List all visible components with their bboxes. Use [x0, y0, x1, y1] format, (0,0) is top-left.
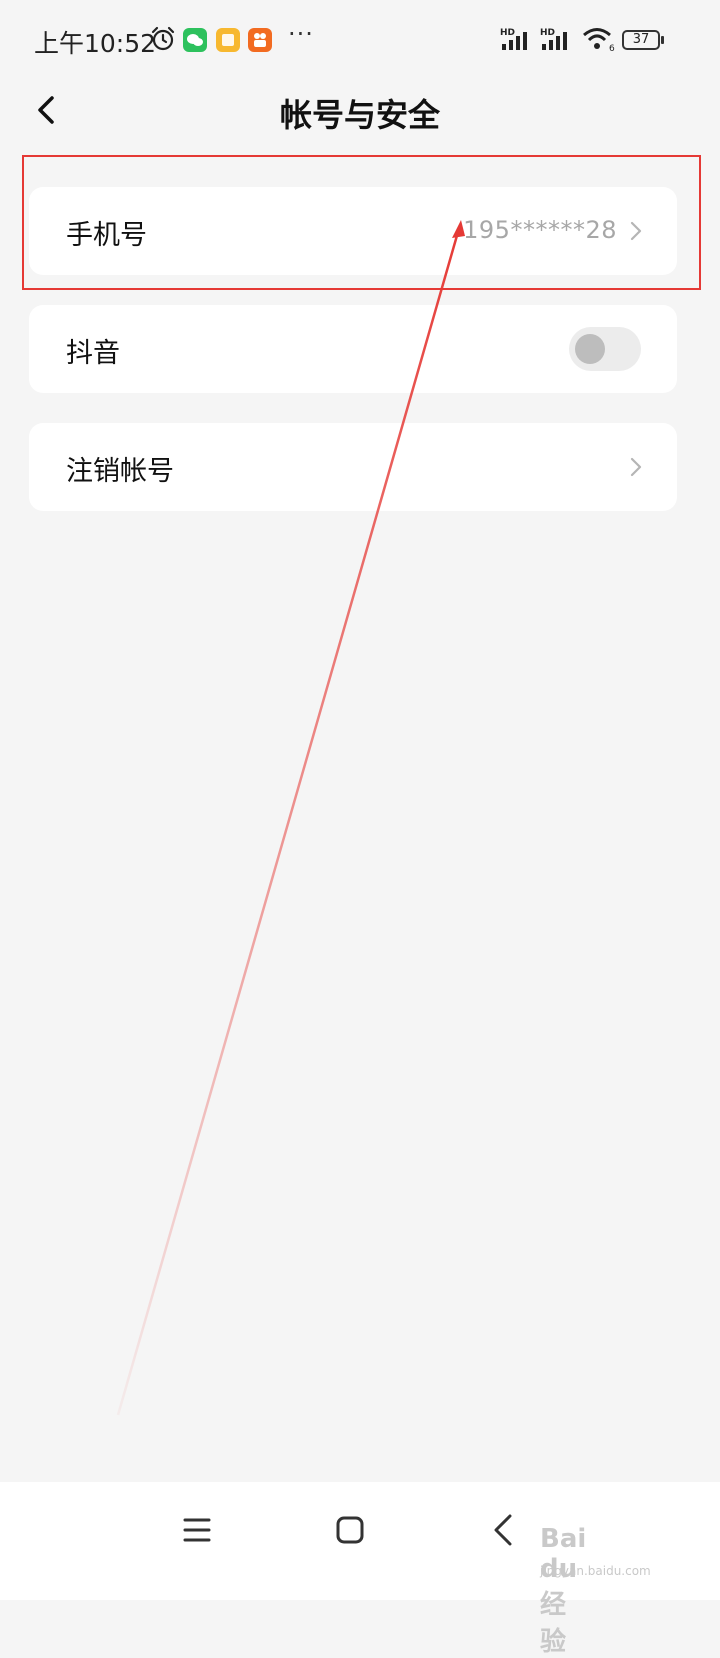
wechat-icon [183, 28, 207, 52]
douyin-label: 抖音 [66, 338, 120, 369]
menu-icon [183, 1518, 211, 1542]
watermark-brand: Bai du 经验 [540, 1524, 587, 1657]
signal-2-icon: HD [540, 26, 576, 56]
notes-app-icon [216, 28, 240, 52]
video-app-icon [248, 28, 272, 52]
alarm-clock-icon [150, 26, 176, 56]
system-back-button[interactable] [480, 1506, 528, 1554]
signal-1-icon: HD [500, 26, 536, 56]
phone-number-label: 手机号 [66, 220, 147, 251]
page-title: 帐号与安全 [279, 96, 440, 134]
status-time: 上午10:52 [34, 29, 157, 58]
status-bar: 上午10:52 ··· HD HD 6 37 [0, 0, 720, 80]
svg-text:HD: HD [500, 28, 515, 38]
toggle-knob [575, 334, 605, 364]
recent-apps-button[interactable] [173, 1506, 221, 1554]
system-nav-bar: Bai du 经验 jingyan.baidu.com [0, 1482, 720, 1657]
cancel-account-label: 注销帐号 [66, 456, 174, 487]
douyin-row: 抖音 [29, 305, 677, 393]
phone-number-row[interactable]: 手机号 195******28 [29, 187, 677, 275]
douyin-toggle[interactable] [569, 327, 641, 371]
battery-indicator: 37 [622, 30, 660, 50]
wifi-icon: 6 [582, 26, 616, 56]
phone-number-value: 195******28 [463, 216, 617, 244]
chevron-right-icon [630, 457, 642, 477]
home-button[interactable] [326, 1506, 374, 1554]
page-header: 帐号与安全 [0, 80, 720, 140]
home-square-icon [336, 1516, 364, 1544]
chevron-right-icon [630, 221, 642, 241]
cancel-account-row[interactable]: 注销帐号 [29, 423, 677, 511]
svg-text:6: 6 [609, 44, 615, 52]
more-notifications-icon: ··· [288, 20, 314, 48]
svg-text:HD: HD [540, 28, 555, 38]
battery-tip [661, 36, 664, 44]
back-chevron-icon [494, 1514, 512, 1546]
watermark-domain: jingyan.baidu.com [540, 1564, 651, 1578]
